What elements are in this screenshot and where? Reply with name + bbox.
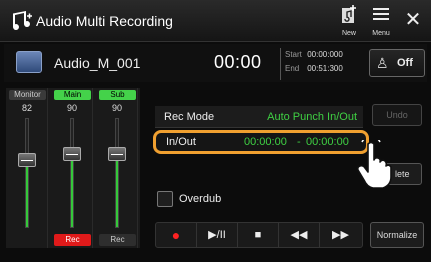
punch-in-value: 00:00:00 [244,136,287,148]
level-fill [26,159,28,227]
current-time: 00:00 [214,52,262,72]
overdub-checkbox[interactable] [157,191,173,207]
new-file-icon [342,5,356,23]
menu-label: Menu [372,30,390,37]
channel-tag[interactable]: Sub [99,90,136,100]
stop-icon: ■ [254,229,262,241]
file-info-row: Audio_M_001 00:00 Start 00:00:000 End 00… [4,44,427,82]
hamburger-icon [373,8,389,20]
start-label: Start [285,50,302,59]
channel-monitor: Monitor 82 [6,88,48,248]
fader-track [25,118,29,228]
start-end-display: Start 00:00:000 End 00:51:300 [280,48,366,80]
mixer-panel: Monitor 82 Main 90 Rec Sub 90 Rec [6,88,140,248]
end-value: 00:51:300 [307,64,343,73]
rec-mode-value: Auto Punch In/Out [267,111,357,123]
rewind-button[interactable]: ◀◀ [279,223,320,247]
rec-mode-row[interactable]: Rec Mode Auto Punch In/Out [155,106,363,128]
fader-track [70,118,74,228]
header-bar: Audio Multi Recording New Menu ✕ [0,0,431,42]
transport-bar: ● ▶/II ■ ◀◀ ▶▶ [155,222,363,248]
fast-forward-icon: ▶▶ [332,229,349,241]
page-title: Audio Multi Recording [36,13,173,29]
record-icon: ● [171,227,181,243]
stop-button[interactable]: ■ [238,223,279,247]
metronome-button[interactable]: ♙ Off [369,49,425,77]
punch-out-value: 00:00:00 [306,136,349,148]
in-out-row[interactable]: In/Out 00:00:00 - 00:00:00 [153,130,369,154]
channel-value: 90 [111,103,122,113]
level-fill [71,153,73,227]
music-note-icon [12,11,32,31]
channel-value: 90 [66,103,77,113]
overdub-label: Overdub [179,193,222,205]
new-label: New [341,30,356,37]
rec-button-main[interactable]: Rec [54,234,91,246]
recording-screen: Audio Multi Recording New Menu ✕ Audio_M… [0,0,431,262]
undo-button[interactable]: Undo [372,104,422,126]
file-name[interactable]: Audio_M_001 [54,55,140,71]
channel-main: Main 90 Rec [51,88,93,248]
play-pause-button[interactable]: ▶/II [197,223,238,247]
audio-file-icon [16,51,42,73]
channel-sub: Sub 90 Rec [96,88,138,248]
rec-button-sub[interactable]: Rec [99,234,136,246]
channel-value: 82 [21,103,32,113]
in-out-label: In/Out [166,136,196,148]
start-value: 00:00:000 [307,50,343,59]
rewind-icon: ◀◀ [290,229,308,241]
rec-mode-label: Rec Mode [164,111,215,123]
fader-knob[interactable] [63,147,81,161]
in-out-separator: - [297,136,301,148]
new-button[interactable]: New [334,4,364,38]
end-label: End [285,64,300,73]
channel-tag: Monitor [9,90,46,100]
fader-knob[interactable] [18,153,36,167]
fast-forward-button[interactable]: ▶▶ [320,223,361,247]
normalize-button[interactable]: Normalize [370,222,424,248]
level-fill [116,153,118,227]
close-button[interactable]: ✕ [398,8,428,42]
play-pause-icon: ▶/II [208,229,226,241]
metronome-label: Off [397,57,413,69]
fader-knob[interactable] [108,147,126,161]
close-icon: ✕ [404,9,422,31]
metronome-icon: ♙ [376,55,389,71]
fader-track [115,118,119,228]
record-button[interactable]: ● [156,223,197,247]
channel-tag[interactable]: Main [54,90,91,100]
menu-button[interactable]: Menu [366,4,396,38]
hand-pointer-icon [356,140,392,188]
